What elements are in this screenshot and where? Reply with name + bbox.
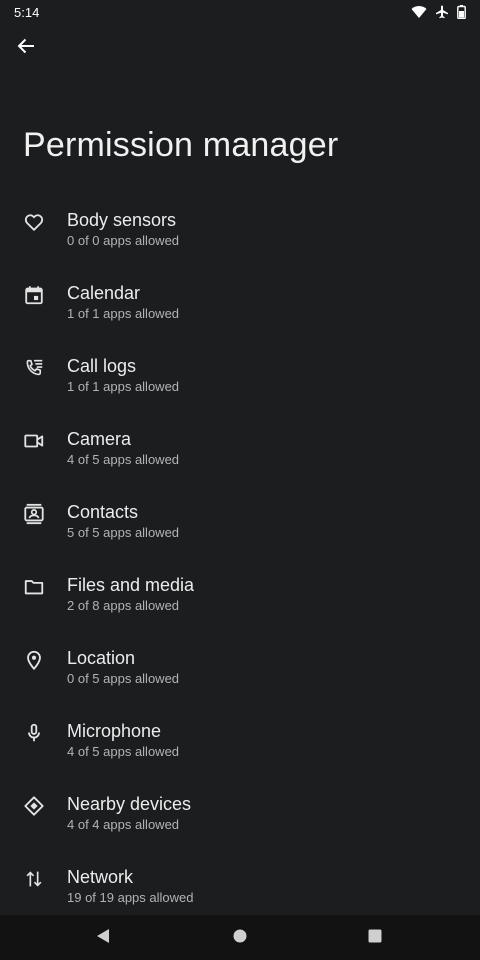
airplane-icon <box>435 5 449 19</box>
permission-label: Camera <box>67 429 132 449</box>
permission-label: Microphone <box>67 721 162 741</box>
permission-summary: 19 of 19 apps allowed <box>67 890 194 905</box>
calendar-icon <box>22 283 46 307</box>
back-triangle-icon <box>96 928 110 949</box>
permission-summary: 2 of 8 apps allowed <box>67 598 180 613</box>
permission-label: Nearby devices <box>67 794 192 814</box>
call-log-icon <box>22 356 46 380</box>
permission-label: Location <box>67 648 136 668</box>
permission-summary: 5 of 5 apps allowed <box>67 525 180 540</box>
permission-summary: 4 of 4 apps allowed <box>67 817 180 832</box>
permission-label: Contacts <box>67 502 139 522</box>
permission-item-network[interactable]: Network 19 of 19 apps allowed <box>0 845 480 918</box>
permission-item-microphone[interactable]: Microphone 4 of 5 apps allowed <box>0 699 480 772</box>
battery-icon <box>457 5 466 19</box>
nav-back-button[interactable] <box>92 927 114 949</box>
location-pin-icon <box>22 648 46 672</box>
nav-recents-button[interactable] <box>364 927 386 949</box>
folder-icon <box>22 575 46 599</box>
permission-summary: 4 of 5 apps allowed <box>67 452 180 467</box>
permission-summary: 0 of 0 apps allowed <box>67 233 180 248</box>
heart-icon <box>22 210 46 234</box>
permission-item-calendar[interactable]: Calendar 1 of 1 apps allowed <box>0 261 480 334</box>
permission-label: Network <box>67 867 134 887</box>
permission-summary: 4 of 5 apps allowed <box>67 744 180 759</box>
back-button[interactable] <box>8 30 44 66</box>
page-title: Permission manager <box>23 126 339 164</box>
recents-square-icon <box>368 929 382 948</box>
permission-label: Call logs <box>67 356 137 376</box>
status-icons <box>411 5 466 19</box>
permission-item-camera[interactable]: Camera 4 of 5 apps allowed <box>0 407 480 480</box>
permission-summary: 1 of 1 apps allowed <box>67 379 180 394</box>
permission-item-body-sensors[interactable]: Body sensors 0 of 0 apps allowed <box>0 188 480 261</box>
permission-item-nearby-devices[interactable]: Nearby devices 4 of 4 apps allowed <box>0 772 480 845</box>
permission-list: Body sensors 0 of 0 apps allowed Calenda… <box>0 188 480 918</box>
permission-label: Body sensors <box>67 210 177 230</box>
nearby-devices-icon <box>22 794 46 818</box>
permission-label: Files and media <box>67 575 195 595</box>
video-camera-icon <box>22 429 46 453</box>
network-arrows-icon <box>22 867 46 891</box>
home-circle-icon <box>233 929 247 948</box>
permission-item-files-and-media[interactable]: Files and media 2 of 8 apps allowed <box>0 553 480 626</box>
arrow-back-icon <box>17 37 35 60</box>
status-time: 5:14 <box>14 4 40 20</box>
permission-item-call-logs[interactable]: Call logs 1 of 1 apps allowed <box>0 334 480 407</box>
permission-summary: 1 of 1 apps allowed <box>67 306 180 321</box>
permission-item-contacts[interactable]: Contacts 5 of 5 apps allowed <box>0 480 480 553</box>
permission-summary: 0 of 5 apps allowed <box>67 671 180 686</box>
permission-label: Calendar <box>67 283 141 303</box>
permission-item-location[interactable]: Location 0 of 5 apps allowed <box>0 626 480 699</box>
microphone-icon <box>22 721 46 745</box>
contacts-icon <box>22 502 46 526</box>
status-bar: 5:14 <box>0 0 480 24</box>
navigation-bar <box>0 915 480 960</box>
wifi-icon <box>411 5 427 19</box>
nav-home-button[interactable] <box>229 927 251 949</box>
